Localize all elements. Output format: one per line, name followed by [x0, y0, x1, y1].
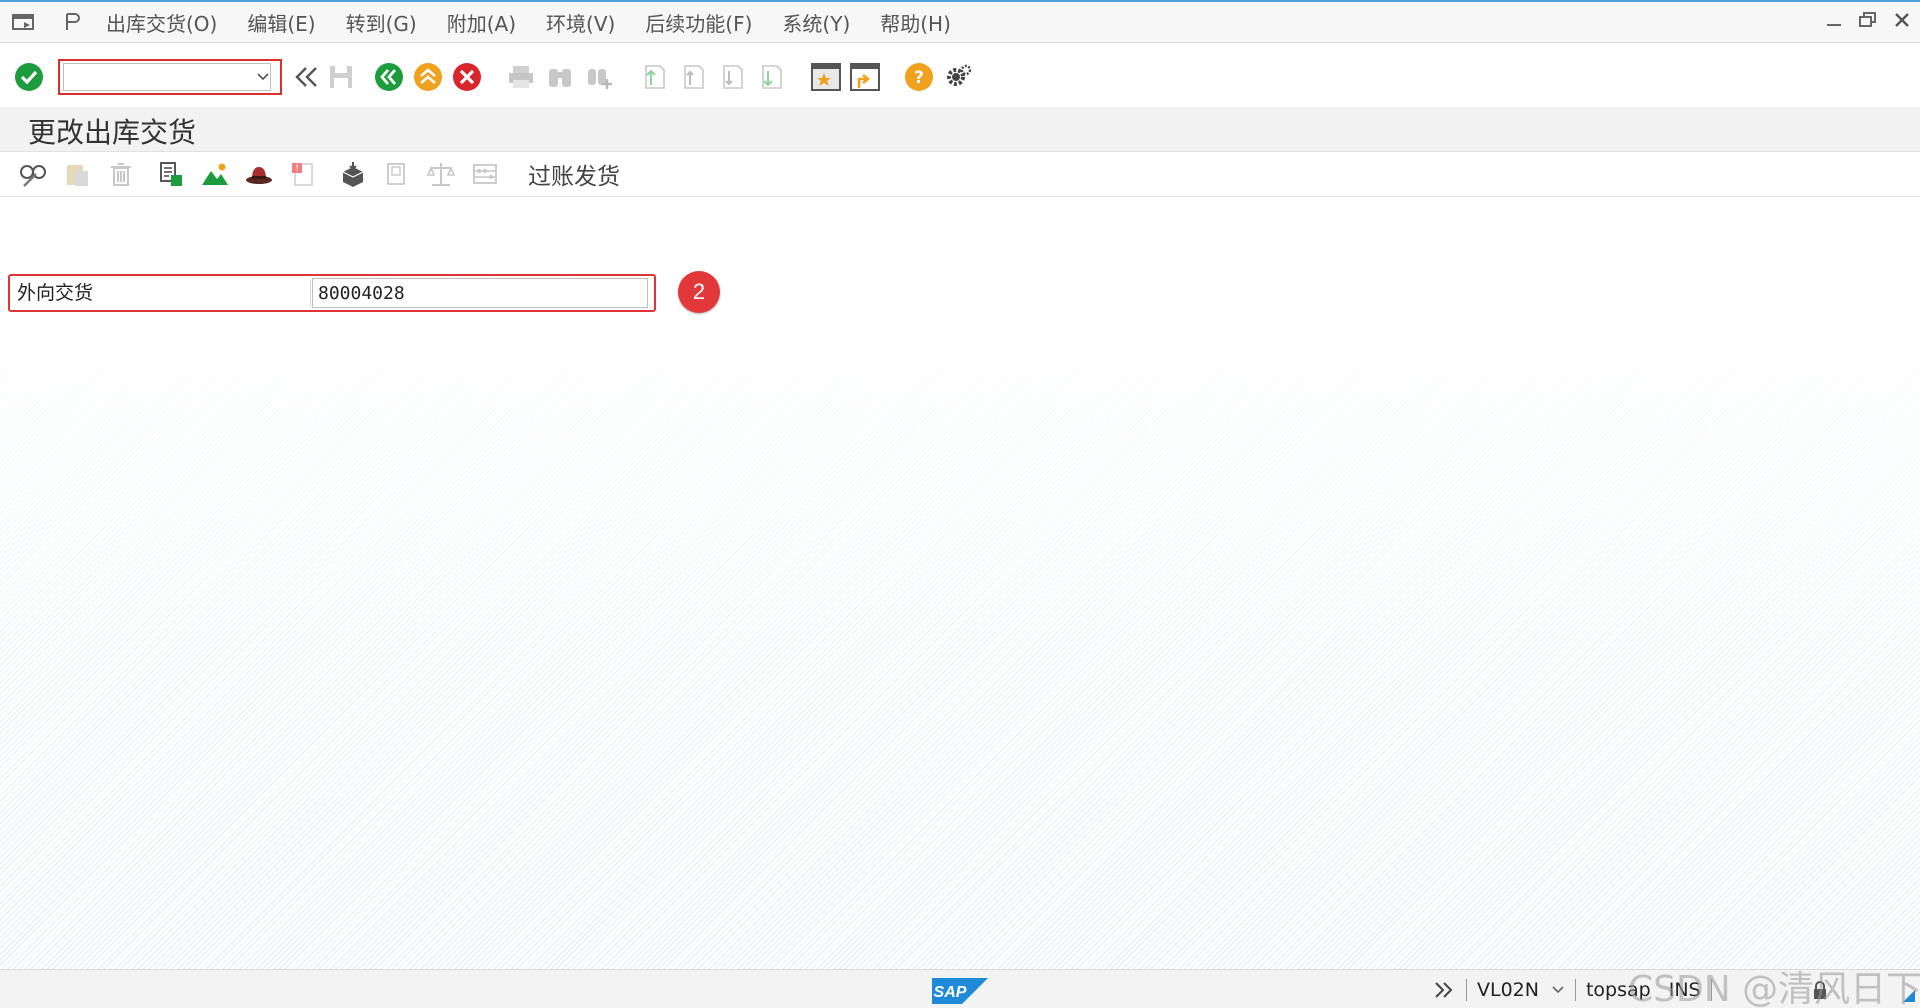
create-shortcut-icon[interactable] — [848, 60, 882, 94]
message-log-icon[interactable]: ! — [286, 157, 320, 191]
paste-icon[interactable] — [60, 157, 94, 191]
settings-icon[interactable] — [941, 60, 975, 94]
main-content: 外向交货 2 — [0, 197, 1920, 969]
save-icon[interactable] — [324, 60, 358, 94]
balance-scale-icon[interactable] — [424, 157, 458, 191]
display-change-glasses-icon[interactable] — [16, 157, 50, 191]
system-menu-icon[interactable] — [10, 11, 36, 33]
exit-icon[interactable] — [411, 60, 445, 94]
create-session-icon[interactable] — [809, 60, 843, 94]
close-window-icon[interactable] — [1892, 10, 1912, 30]
restore-icon[interactable] — [1858, 10, 1878, 30]
enter-icon[interactable] — [12, 60, 46, 94]
menu-outbound-delivery[interactable]: 出库交货(O) — [106, 8, 217, 37]
outbound-delivery-input[interactable] — [312, 278, 648, 308]
hat-icon[interactable] — [242, 157, 276, 191]
chevron-down-icon[interactable] — [1551, 983, 1565, 997]
svg-text:SAP: SAP — [934, 984, 967, 1001]
divider — [1574, 979, 1576, 1001]
divider — [1466, 979, 1467, 1001]
copy-document-icon[interactable] — [380, 157, 414, 191]
menu-environment[interactable]: 环境(V) — [546, 8, 615, 37]
step-number-badge: 2 — [678, 271, 720, 313]
menu-goto[interactable]: 转到(G) — [346, 8, 417, 37]
delete-icon[interactable] — [104, 157, 138, 191]
standard-toolbar: ? — [0, 43, 1920, 111]
last-page-icon[interactable] — [753, 60, 787, 94]
svg-text:!: ! — [295, 164, 299, 174]
double-chevron-right-icon[interactable] — [1432, 979, 1456, 1001]
menu-system[interactable]: 系统(Y) — [782, 8, 850, 37]
command-field[interactable] — [58, 59, 282, 95]
menu-bar: 出库交货(O) 编辑(E) 转到(G) 附加(A) 环境(V) 后续功能(F) … — [0, 2, 1920, 43]
post-goods-issue-button[interactable]: 过账发货 — [528, 157, 620, 191]
minimize-icon[interactable] — [1824, 10, 1844, 30]
command-input[interactable] — [63, 63, 271, 91]
application-toolbar: ! 过账发货 — [0, 152, 1920, 197]
find-icon[interactable] — [543, 60, 577, 94]
document-flow-icon[interactable] — [154, 157, 188, 191]
title-bar: 更改出库交货 — [0, 107, 1920, 152]
first-page-icon[interactable] — [636, 60, 670, 94]
customize-icon[interactable] — [60, 11, 86, 33]
back-icon[interactable] — [372, 60, 406, 94]
picking-package-icon[interactable] — [336, 157, 370, 191]
window-controls — [1824, 10, 1912, 30]
menu-extras[interactable]: 附加(A) — [447, 8, 516, 37]
svg-text:?: ? — [914, 68, 924, 88]
help-icon[interactable]: ? — [902, 60, 936, 94]
watermark-text: CSDN @清风日下 — [1628, 969, 1920, 1008]
overview-mountain-icon[interactable] — [198, 157, 232, 191]
sap-gui-window: 出库交货(O) 编辑(E) 转到(G) 附加(A) 环境(V) 后续功能(F) … — [0, 0, 1920, 1008]
abacus-icon[interactable] — [468, 157, 502, 191]
page-title: 更改出库交货 — [28, 116, 197, 149]
background-pattern — [0, 197, 1920, 969]
transaction-code: VL02N — [1477, 979, 1539, 1001]
find-next-icon[interactable] — [582, 60, 616, 94]
menu-subsequent-functions[interactable]: 后续功能(F) — [645, 8, 752, 37]
menu-help[interactable]: 帮助(H) — [880, 8, 951, 37]
print-icon[interactable] — [504, 60, 538, 94]
previous-page-icon[interactable] — [675, 60, 709, 94]
outbound-delivery-row: 外向交货 — [8, 274, 656, 312]
outbound-delivery-label: 外向交货 — [13, 279, 311, 307]
back-arrows-icon[interactable] — [288, 60, 322, 94]
next-page-icon[interactable] — [714, 60, 748, 94]
chevron-down-icon[interactable] — [256, 69, 270, 83]
cancel-icon[interactable] — [450, 60, 484, 94]
sap-logo: SAP — [932, 978, 988, 1004]
menu-edit[interactable]: 编辑(E) — [247, 8, 315, 37]
